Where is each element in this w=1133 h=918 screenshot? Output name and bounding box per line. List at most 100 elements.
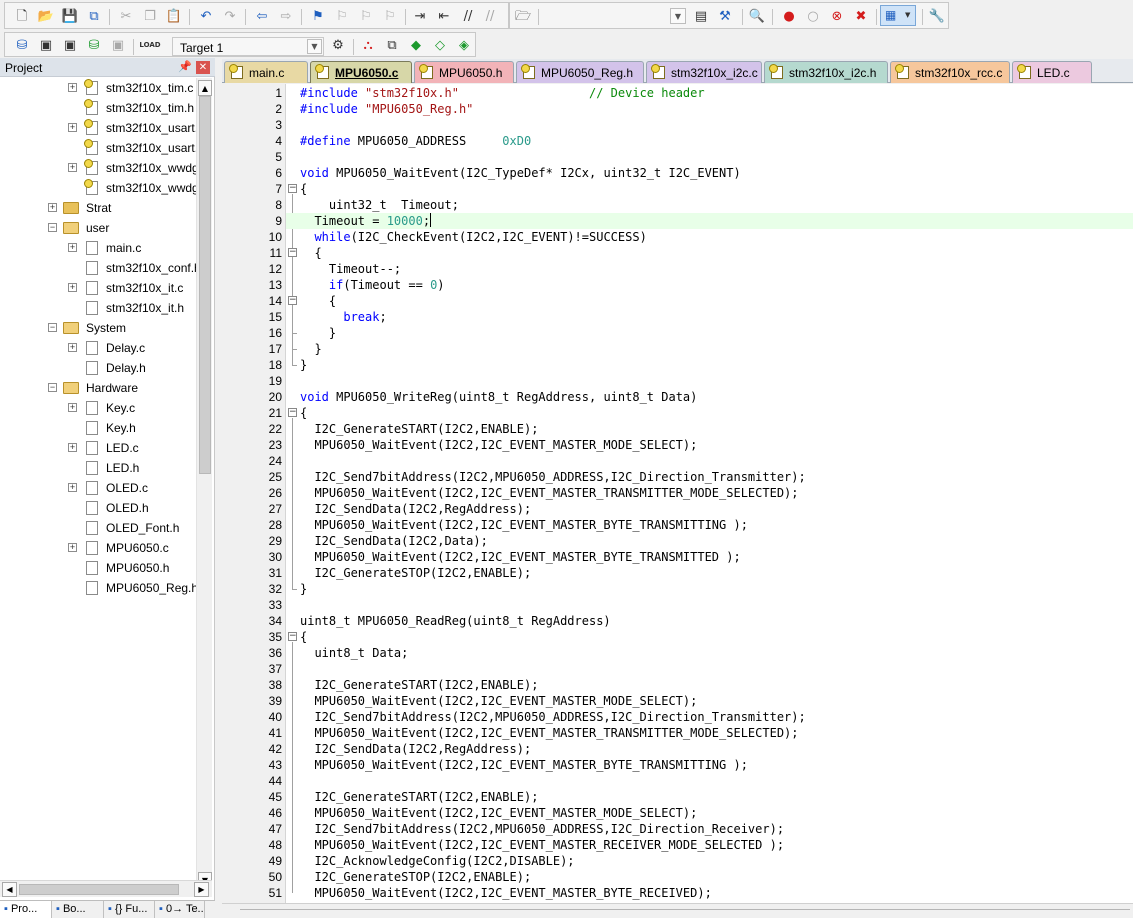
kill-all-breakpoints-icon[interactable]: ✖: [852, 7, 870, 25]
start-debug-icon[interactable]: 🔍: [748, 7, 766, 25]
tree-node[interactable]: MPU6050.h: [0, 558, 196, 578]
tab-led-c[interactable]: LED.c: [1012, 61, 1092, 83]
tree-node[interactable]: + main.c: [0, 238, 196, 258]
expand-icon[interactable]: +: [68, 83, 77, 92]
tree-node[interactable]: + stm32f10x_usart.: [0, 118, 196, 138]
manage-runtime-icon[interactable]: ◇: [431, 36, 449, 54]
expand-icon[interactable]: +: [68, 483, 77, 492]
code-line[interactable]: [286, 149, 1133, 165]
code-line[interactable]: I2C_Send7bitAddress(I2C2,MPU6050_ADDRESS…: [286, 469, 1133, 485]
code-line[interactable]: while(I2C_CheckEvent(I2C2,I2C_EVENT)!=SU…: [286, 229, 1133, 245]
tree-node[interactable]: − Hardware: [0, 378, 196, 398]
code-line[interactable]: I2C_GenerateSTOP(I2C2,ENABLE);: [286, 565, 1133, 581]
find-combo-dropdown-icon[interactable]: ▼: [670, 8, 686, 24]
code-line[interactable]: I2C_GenerateSTART(I2C2,ENABLE);: [286, 789, 1133, 805]
code-line[interactable]: [286, 773, 1133, 789]
expand-icon[interactable]: +: [68, 283, 77, 292]
code-line[interactable]: I2C_GenerateSTART(I2C2,ENABLE);: [286, 421, 1133, 437]
code-line[interactable]: MPU6050_WaitEvent(I2C2,I2C_EVENT_MASTER_…: [286, 549, 1133, 565]
insert-bookmark-icon[interactable]: ⚑: [309, 7, 327, 25]
code-line[interactable]: {: [286, 405, 1133, 421]
tree-node[interactable]: stm32f10x_conf.h: [0, 258, 196, 278]
tab-stm32f10x-rcc-c[interactable]: stm32f10x_rcc.c: [890, 61, 1010, 83]
tree-node[interactable]: MPU6050_Reg.h: [0, 578, 196, 598]
scrollbar-thumb[interactable]: [199, 96, 211, 474]
code-line[interactable]: I2C_GenerateSTOP(I2C2,ENABLE);: [286, 869, 1133, 885]
tree-node[interactable]: + stm32f10x_it.c: [0, 278, 196, 298]
expand-icon[interactable]: +: [68, 163, 77, 172]
scroll-up-arrow-icon[interactable]: ▲: [198, 80, 212, 96]
tab-stm32f10x-i2c-c[interactable]: stm32f10x_i2c.c: [646, 61, 762, 83]
code-editor[interactable]: 1 2 3 4 5 6 7 8 9 10 11 12 13 14 15 16 17 18 19 20 21 22 23 24 2…: [222, 84, 1133, 903]
code-line[interactable]: [286, 597, 1133, 613]
multi-project-icon[interactable]: ◈: [455, 36, 473, 54]
manage-project-items-icon[interactable]: ⛬: [359, 36, 377, 54]
code-line[interactable]: if(Timeout == 0): [286, 277, 1133, 293]
pack-installer-icon[interactable]: ◆: [407, 36, 425, 54]
code-line[interactable]: MPU6050_WaitEvent(I2C2,I2C_EVENT_MASTER_…: [286, 837, 1133, 853]
code-line[interactable]: }: [286, 341, 1133, 357]
expand-icon[interactable]: +: [68, 243, 77, 252]
indent-icon[interactable]: ⇥: [411, 7, 429, 25]
navigate-forward-icon[interactable]: ⇨: [277, 7, 295, 25]
expand-icon[interactable]: +: [48, 203, 57, 212]
code-line[interactable]: }: [286, 325, 1133, 341]
scroll-right-arrow-icon[interactable]: ▶: [194, 882, 209, 897]
code-line[interactable]: I2C_SendData(I2C2,RegAddress);: [286, 741, 1133, 757]
code-line[interactable]: I2C_GenerateSTART(I2C2,ENABLE);: [286, 677, 1133, 693]
code-line[interactable]: #include "stm32f10x.h" // Device header: [286, 85, 1133, 101]
tree-node[interactable]: + Delay.c: [0, 338, 196, 358]
panel-tab-books[interactable]: ▪ Bo...: [52, 901, 104, 918]
code-line[interactable]: {: [286, 245, 1133, 261]
tree-node[interactable]: + Strat: [0, 198, 196, 218]
code-line[interactable]: }: [286, 357, 1133, 373]
collapse-icon[interactable]: −: [48, 223, 57, 232]
disable-all-breakpoints-icon[interactable]: ⊗: [828, 7, 846, 25]
panel-tab-functions[interactable]: ▪ {} Fu...: [104, 901, 155, 918]
paste-icon[interactable]: 📋: [165, 7, 183, 25]
editor-horizontal-scrollbar[interactable]: [222, 903, 1133, 917]
tree-node[interactable]: + MPU6050.c: [0, 538, 196, 558]
code-line[interactable]: I2C_Send7bitAddress(I2C2,MPU6050_ADDRESS…: [286, 821, 1133, 837]
target-select[interactable]: Target 1 ▼: [172, 37, 324, 56]
expand-icon[interactable]: +: [68, 343, 77, 352]
tab-main-c[interactable]: main.c: [224, 61, 308, 83]
code-line[interactable]: MPU6050_WaitEvent(I2C2,I2C_EVENT_MASTER_…: [286, 485, 1133, 501]
tree-node[interactable]: + Key.c: [0, 398, 196, 418]
code-line[interactable]: [286, 117, 1133, 133]
code-line[interactable]: [286, 453, 1133, 469]
load-download-icon[interactable]: LOAD: [139, 36, 160, 54]
tab-mpu6050-reg-h[interactable]: MPU6050_Reg.h: [516, 61, 644, 83]
pin-icon[interactable]: 📌: [178, 60, 192, 74]
uncomment-icon[interactable]: //: [481, 7, 499, 25]
expand-icon[interactable]: +: [68, 443, 77, 452]
tree-node[interactable]: stm32f10x_wwdg: [0, 178, 196, 198]
redo-icon[interactable]: ↷: [221, 7, 239, 25]
tree-node[interactable]: + LED.c: [0, 438, 196, 458]
code-line[interactable]: I2C_AcknowledgeConfig(I2C2,DISABLE);: [286, 853, 1133, 869]
clear-bookmarks-icon[interactable]: ⚐: [381, 7, 399, 25]
tab-mpu6050-h[interactable]: MPU6050.h: [414, 61, 514, 83]
scroll-left-arrow-icon[interactable]: ◀: [2, 882, 17, 897]
new-file-icon[interactable]: 🗋: [13, 7, 31, 25]
code-line[interactable]: MPU6050_WaitEvent(I2C2,I2C_EVENT_MASTER_…: [286, 693, 1133, 709]
code-line[interactable]: I2C_Send7bitAddress(I2C2,MPU6050_ADDRESS…: [286, 709, 1133, 725]
code-line[interactable]: void MPU6050_WaitEvent(I2C_TypeDef* I2Cx…: [286, 165, 1133, 181]
panel-tab-project[interactable]: ▪ Pro...: [0, 901, 52, 918]
code-line[interactable]: I2C_SendData(I2C2,RegAddress);: [286, 501, 1133, 517]
code-line[interactable]: MPU6050_WaitEvent(I2C2,I2C_EVENT_MASTER_…: [286, 757, 1133, 773]
prev-bookmark-icon[interactable]: ⚐: [333, 7, 351, 25]
unindent-icon[interactable]: ⇤: [435, 7, 453, 25]
navigate-back-icon[interactable]: ⇦: [253, 7, 271, 25]
code-line[interactable]: Timeout--;: [286, 261, 1133, 277]
project-vertical-scrollbar[interactable]: ▲ ▼: [196, 78, 212, 890]
code-line[interactable]: {: [286, 629, 1133, 645]
tree-node[interactable]: LED.h: [0, 458, 196, 478]
next-bookmark-icon[interactable]: ⚐: [357, 7, 375, 25]
tree-node[interactable]: Key.h: [0, 418, 196, 438]
project-horizontal-scrollbar[interactable]: ◀ ▶: [0, 880, 212, 897]
scrollbar-thumb[interactable]: [19, 884, 179, 895]
close-icon[interactable]: ✕: [196, 61, 210, 74]
tab-stm32f10x-i2c-h[interactable]: stm32f10x_i2c.h: [764, 61, 888, 83]
expand-icon[interactable]: +: [68, 403, 77, 412]
